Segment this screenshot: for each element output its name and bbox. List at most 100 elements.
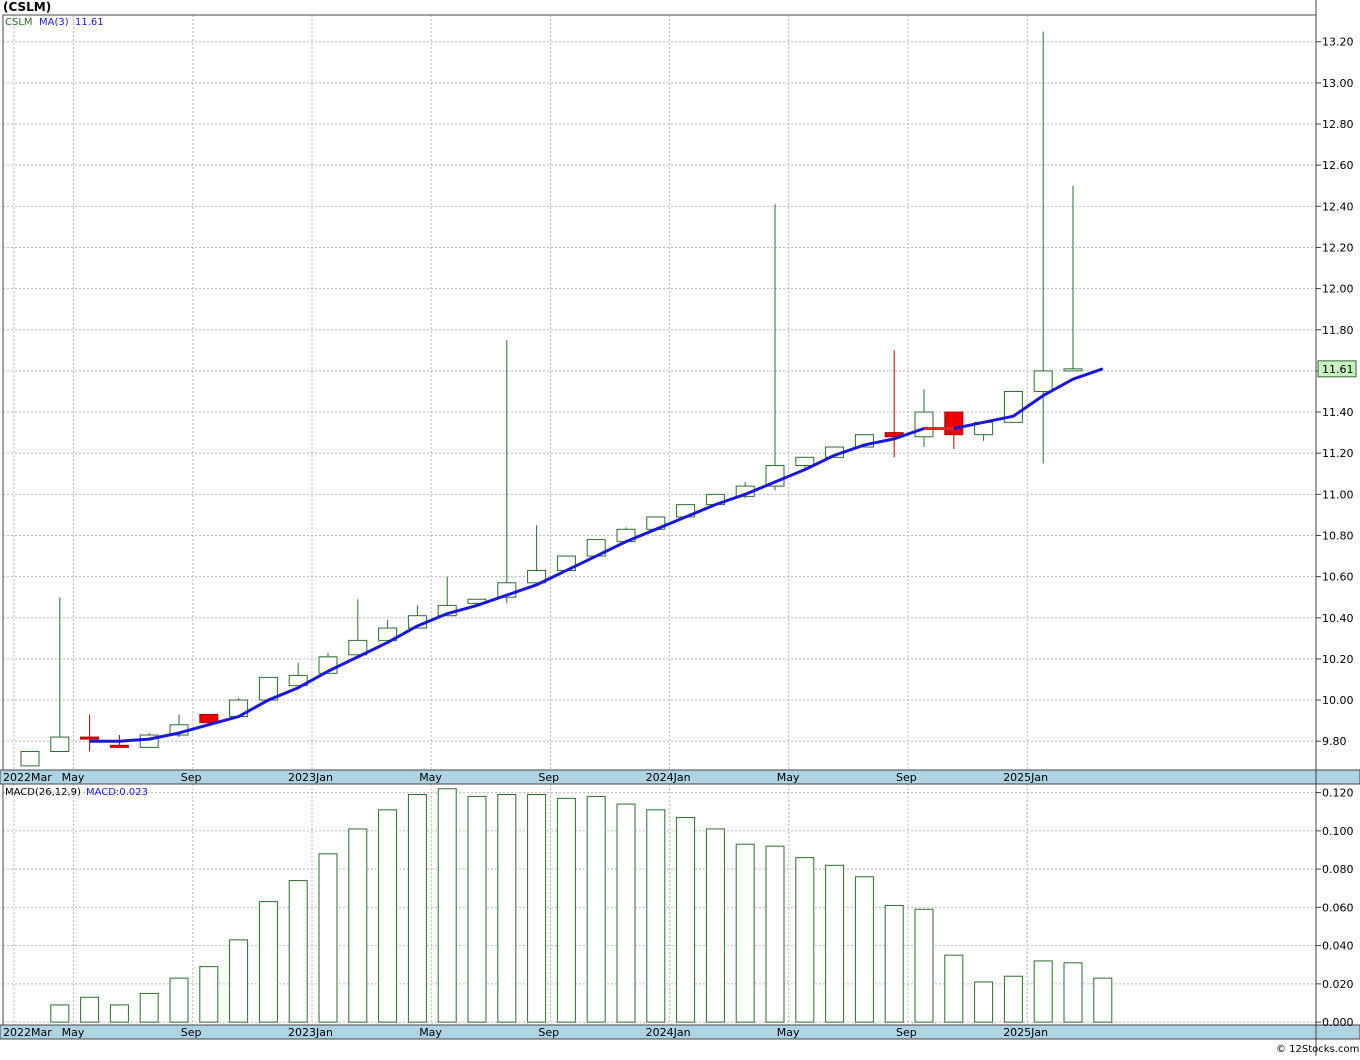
y-tick-label: 10.00 [1322,694,1354,707]
x-tick-label: Sep [896,1026,917,1039]
y-tick-label: 0.020 [1322,978,1354,991]
y-tick-label: 0.000 [1322,1016,1354,1029]
y-tick-label: 0.080 [1322,863,1354,876]
y-tick-label: 0.100 [1322,825,1354,838]
macd-legend-value: MACD:0.023 [86,787,148,798]
macd-bar [884,904,904,1023]
macd-bar [407,794,427,1023]
macd-bar [378,809,398,1023]
y-tick-label: 11.80 [1322,324,1354,337]
y-tick-label: 11.00 [1322,488,1354,501]
y-tick-label: 10.40 [1322,612,1354,625]
x-tick-label: 2022Mar [3,771,52,784]
x-tick-label: 2022Mar [3,1026,52,1039]
macd-bar [974,981,994,1023]
y-tick-label: 12.60 [1322,159,1354,172]
y-tick-label: 12.00 [1322,283,1354,296]
x-tick-label: May [419,771,442,784]
price-panel-frame [2,14,1317,771]
page-title: (CSLM) [3,0,52,14]
legend-indicator-value: 11.61 [75,17,104,28]
x-tick-label: May [419,1026,442,1039]
x-tick-label: Sep [181,771,202,784]
macd-bar [139,992,159,1023]
macd-bar [616,803,636,1023]
y-tick-label: 12.80 [1322,118,1354,131]
candle [497,340,517,604]
x-tick-label: Sep [181,1026,202,1039]
x-tick-label: 2023Jan [288,771,333,784]
last-price-label: 11.61 [1322,363,1354,376]
y-tick-label: 9.80 [1322,735,1347,748]
candle-body [109,744,129,748]
macd-bar [586,795,606,1023]
x-tick-label: Sep [538,1026,559,1039]
macd-legend-indicator: MACD(26,12,9) [5,787,81,798]
macd-bar [258,901,278,1023]
candlestick-series [20,31,1083,767]
x-tick-label: Sep [538,771,559,784]
x-tick-label: 2024Jan [646,1026,691,1039]
candle [527,525,547,584]
candle-body [50,736,70,752]
macd-bar [199,966,219,1023]
macd-bar [944,954,964,1023]
candle [1063,185,1083,372]
x-tick-label: 2023Jan [288,1026,333,1039]
y-tick-label: 0.120 [1322,787,1354,800]
chart-root: (CSLM) 9.80 10.00 10.20 10.40 10.60 10.80 11.0… [0,0,1360,1056]
candle [914,389,934,448]
candle-body [795,456,815,467]
macd-bar [80,996,100,1023]
y-axes: 9.80 10.00 10.20 10.40 10.60 10.80 11.00 11.20 1… [1316,36,1357,1029]
y-tick-label: 0.040 [1322,940,1354,953]
legend-symbol: CSLM [5,17,33,28]
y-tick-label: 10.80 [1322,529,1354,542]
x-tick-label: May [62,1026,85,1039]
macd-bar [497,794,517,1023]
macd-bar [705,828,725,1023]
legend-indicator: MA(3) [39,17,69,28]
macd-bar [437,788,457,1023]
x-tick-label: 2025Jan [1003,1026,1048,1039]
macd-bar [646,809,666,1023]
candle-body [20,750,40,767]
y-tick-label: 10.20 [1322,653,1354,666]
macd-bar [676,816,696,1023]
candle [944,411,964,450]
macd-bar [527,794,547,1023]
macd-bar [229,939,249,1023]
price-grid [3,15,1316,770]
candle-body [80,736,100,740]
candle [50,597,70,752]
x-tick-label: May [777,1026,800,1039]
macd-bar [1093,977,1113,1023]
macd-bar [467,795,487,1023]
candle-body [914,411,934,438]
macd-bar [795,857,815,1023]
candle [80,714,100,752]
macd-bar [1003,975,1023,1023]
footer-credit: © 12Stocks.com [1276,1044,1359,1055]
x-tick-label: May [62,771,85,784]
macd-bar [825,864,845,1023]
candle [348,599,368,656]
y-tick-label: 11.40 [1322,406,1354,419]
y-tick-label: 10.60 [1322,571,1354,584]
candle [437,576,457,617]
macd-bar [854,876,874,1023]
candle-body [944,411,964,436]
y-tick-label: 0.060 [1322,901,1354,914]
x-tick-label: 2025Jan [1003,771,1048,784]
macd-bar [1063,962,1083,1023]
macd-series [50,788,1113,1023]
candle [20,750,40,767]
y-tick-label: 12.40 [1322,200,1354,213]
macd-bar [288,880,308,1023]
y-tick-label: 11.20 [1322,447,1354,460]
macd-bar [109,1004,129,1023]
x-tick-label: May [777,771,800,784]
y-tick-label: 13.20 [1322,36,1354,49]
macd-bar [318,853,338,1023]
macd-bar [1033,960,1053,1023]
